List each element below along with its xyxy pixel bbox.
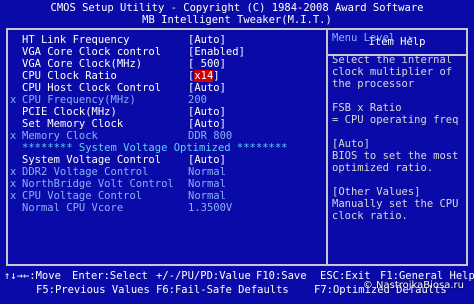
help-line: Select the internal — [332, 54, 453, 66]
setting-row: x CPU Frequency(MHz) 200 — [8, 94, 324, 106]
setting-row[interactable]: System Voltage Control [Auto] — [8, 154, 324, 166]
setting-row[interactable]: VGA Core Clock(MHz) [ 500] — [8, 58, 324, 70]
menu-level: Menu Level ▸ — [332, 32, 415, 44]
setting-row: x DDR2 Voltage Control Normal — [8, 166, 324, 178]
help-line — [332, 126, 456, 138]
help-text: Select the internal clock multiplier of th… — [332, 54, 459, 222]
setting-label: Normal CPU Vcore — [22, 202, 124, 214]
setting-row[interactable]: VGA Core Clock control [Enabled] — [8, 46, 324, 58]
key-hint: F10:Save — [256, 270, 307, 282]
help-line: optimized ratio. — [332, 162, 434, 174]
locked-marker: x — [10, 94, 17, 106]
window-title: CMOS Setup Utility - Copyright (C) 1984-… — [50, 2, 424, 14]
setting-row: x Memory Clock DDR 800 — [8, 130, 324, 142]
key-hint: F5:Previous Values — [36, 284, 150, 296]
setting-row[interactable]: PCIE Clock(MHz) [Auto] — [8, 106, 324, 118]
help-line: BIOS to set the most — [332, 150, 459, 162]
key-hint: F6:Fail-Safe Defaults — [156, 284, 289, 296]
setting-label: ******** System Voltage Optimized ******… — [22, 142, 288, 154]
setting-label: CPU Frequency(MHz) — [22, 94, 136, 106]
help-line — [332, 90, 456, 102]
setting-label: VGA Core Clock(MHz) — [22, 58, 143, 70]
help-line: [Auto] — [332, 138, 370, 150]
setting-row[interactable]: Set Memory Clock [Auto] — [8, 118, 324, 130]
setting-row[interactable]: CPU Clock Ratio [x14] — [8, 70, 324, 82]
help-line: [Other Values] — [332, 186, 421, 198]
setting-value[interactable]: [Auto] — [188, 82, 226, 94]
watermark: © NastrojkaBiosa.ru — [362, 280, 464, 291]
panel-divider — [326, 30, 328, 264]
help-line — [332, 174, 456, 186]
locked-marker: x — [10, 166, 17, 178]
locked-marker: x — [10, 190, 17, 202]
help-line: clock multiplier of — [332, 66, 453, 78]
key-hint: ↑↓→←:Move — [4, 270, 61, 282]
setting-label: System Voltage Control — [22, 154, 162, 166]
setting-value: Normal — [188, 166, 226, 178]
setting-label: DDR2 Voltage Control — [22, 166, 149, 178]
page-title: MB Intelligent Tweaker(M.I.T.) — [142, 14, 332, 26]
setting-row[interactable]: HT Link Frequency [Auto] — [8, 34, 324, 46]
setting-label: PCIE Clock(MHz) — [22, 106, 117, 118]
setting-value[interactable]: [ 500] — [188, 58, 226, 70]
setting-label: VGA Core Clock control — [22, 46, 162, 58]
setting-value[interactable]: [Auto] — [188, 34, 226, 46]
setting-value: DDR 800 — [188, 130, 233, 142]
help-line: the processor — [332, 78, 415, 90]
help-line: clock ratio. — [332, 210, 408, 222]
setting-value: Normal — [188, 190, 226, 202]
setting-value: 200 — [188, 94, 207, 106]
setting-label: Set Memory Clock — [22, 118, 124, 130]
setting-row[interactable]: CPU Host Clock Control [Auto] — [8, 82, 324, 94]
key-hint: Enter:Select — [72, 270, 148, 282]
selected-value[interactable]: x14 — [194, 70, 214, 82]
setting-row: Normal CPU Vcore 1.3500V — [8, 202, 324, 214]
help-line: FSB x Ratio — [332, 102, 402, 114]
setting-label: NorthBridge Volt Control — [22, 178, 174, 190]
setting-label: CPU Clock Ratio — [22, 70, 117, 82]
setting-value[interactable]: [Auto] — [188, 106, 226, 118]
setting-value[interactable]: [Auto] — [188, 118, 226, 130]
setting-row: ******** System Voltage Optimized ******… — [8, 142, 324, 154]
locked-marker: x — [10, 130, 17, 142]
setting-value[interactable]: [Enabled] — [188, 46, 245, 58]
setting-row: x CPU Voltage Control Normal — [8, 190, 324, 202]
help-line: = CPU operating freq — [332, 114, 459, 126]
setting-label: Memory Clock — [22, 130, 98, 142]
key-hint: +/-/PU/PD:Value — [156, 270, 251, 282]
setting-label: CPU Host Clock Control — [22, 82, 162, 94]
setting-value[interactable]: [x14] — [188, 70, 220, 82]
setting-value: 1.3500V — [188, 202, 233, 214]
setting-value: Normal — [188, 178, 226, 190]
setting-row: x NorthBridge Volt Control Normal — [8, 178, 324, 190]
setting-label: CPU Voltage Control — [22, 190, 143, 202]
setting-label: HT Link Frequency — [22, 34, 130, 46]
item-help-panel: Menu Level ▸ Select the internal clock mu… — [332, 32, 459, 222]
help-line: Manually set the CPU — [332, 198, 459, 210]
locked-marker: x — [10, 178, 17, 190]
setting-value[interactable]: [Auto] — [188, 154, 226, 166]
